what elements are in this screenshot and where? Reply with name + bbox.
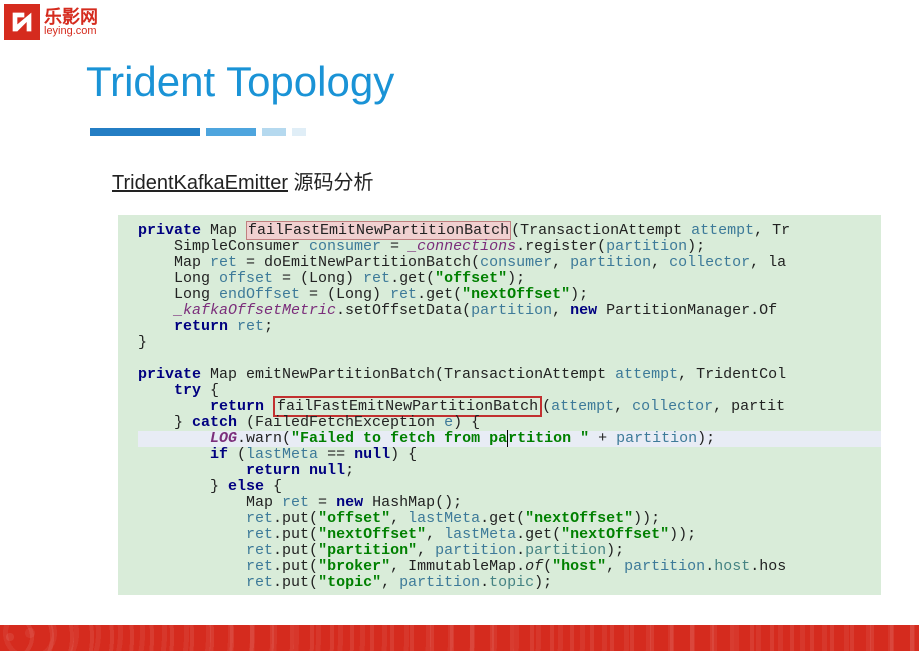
subtitle-link: TridentKafkaEmitter (112, 172, 288, 194)
subtitle: TridentKafkaEmitter 源码分析 (112, 166, 374, 195)
logo: 乐影网 leying.com (4, 4, 98, 40)
logo-text-cn: 乐影网 (44, 8, 98, 26)
logo-mark (4, 4, 40, 40)
title-divider (90, 128, 306, 136)
page-title: Trident Topology (86, 58, 394, 106)
subtitle-rest: 源码分析 (288, 172, 374, 194)
footer-decoration (0, 625, 919, 651)
highlighted-line: LOG.warn("Failed to fetch from partition… (138, 431, 881, 447)
code-block: private Map failFastEmitNewPartitionBatc… (118, 215, 881, 595)
logo-text-en: leying.com (44, 26, 98, 37)
